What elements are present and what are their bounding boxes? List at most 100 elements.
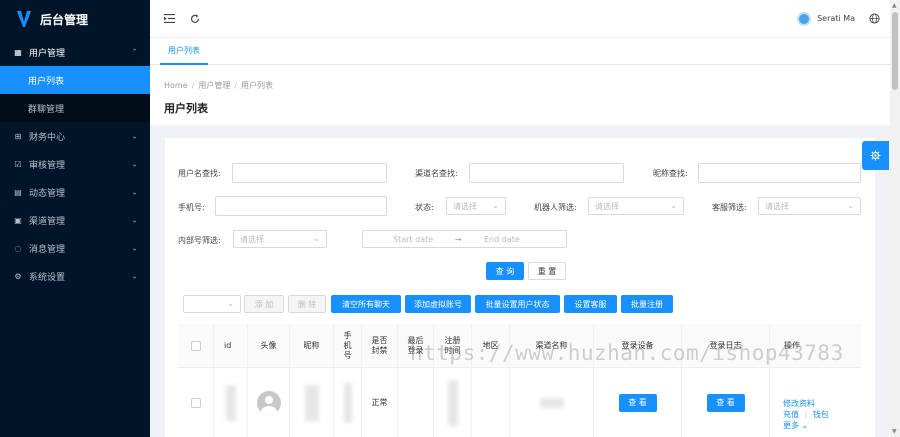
avatar[interactable] <box>797 11 812 26</box>
set-service-button[interactable]: 设置客服 <box>564 295 617 313</box>
robot-select[interactable]: 请选择 ⌄ <box>588 197 684 215</box>
arrow-right-icon: → <box>455 235 462 244</box>
scroll-down-icon[interactable]: ▼ <box>892 428 897 435</box>
service-select[interactable]: 请选择 ⌄ <box>758 197 861 215</box>
sidebar-item-label: 用户管理 <box>29 48 66 59</box>
page-scrollbar[interactable]: ▲ ▼ <box>890 0 900 437</box>
reset-button[interactable]: 重 置 <box>528 262 566 280</box>
channel-input[interactable] <box>469 163 624 183</box>
select-all-checkbox[interactable] <box>190 341 201 351</box>
internal-select[interactable]: 请选择 ⌄ <box>233 230 327 248</box>
cell-id <box>214 368 248 437</box>
finance-icon: ⊞ <box>14 131 22 141</box>
add-button[interactable]: 添 加 <box>244 295 284 313</box>
chevron-down-icon: ⌄ <box>847 201 854 210</box>
user-menu[interactable]: Serati Ma <box>797 11 890 26</box>
column-header-id: id <box>214 324 248 368</box>
submenu-user-management: 用户列表 群聊管理 <box>0 66 150 122</box>
sidebar-item-label: 动态管理 <box>29 188 66 199</box>
search-button[interactable]: 查 询 <box>486 262 524 280</box>
phone-input[interactable] <box>215 196 387 216</box>
cell-login-log: 查 看 <box>682 368 770 437</box>
sidebar-item-user-management[interactable]: ▦ 用户管理 ⌃ <box>0 38 150 66</box>
sidebar-item-audit[interactable]: ☑ 审核管理 ⌄ <box>0 150 150 178</box>
column-header-login-device: 登录设备 <box>594 324 682 368</box>
gear-icon: ⚙ <box>14 271 22 281</box>
row-checkbox[interactable] <box>190 397 201 408</box>
tab-user-list[interactable]: 用户列表 <box>160 38 208 65</box>
status-select[interactable]: 请选择 ⌄ <box>446 197 506 215</box>
tabs-bar: 用户列表 <box>150 38 890 65</box>
sidebar-item-label: 系统设置 <box>29 272 66 283</box>
sidebar-item-finance[interactable]: ⊞ 财务中心 ⌄ <box>0 122 150 150</box>
top-header: Serati Ma <box>150 0 890 38</box>
column-header-phone: 手机号 <box>334 324 362 368</box>
wallet-link[interactable]: 钱包 <box>813 410 829 419</box>
date-range-picker[interactable]: Start date → End date <box>362 230 567 248</box>
column-header-register-time: 注册时间 <box>434 324 472 368</box>
sidebar-item-group-chat[interactable]: 群聊管理 <box>0 94 150 122</box>
chevron-down-icon: ⌄ <box>313 234 320 243</box>
cell-status: 正常 <box>362 368 398 437</box>
view-device-button[interactable]: 查 看 <box>618 393 657 412</box>
link-divider: | <box>804 410 808 419</box>
cell-region <box>472 368 510 437</box>
page-size-select[interactable]: ⌄ <box>183 295 241 313</box>
username-input[interactable] <box>232 163 387 183</box>
sidebar-item-label: 审核管理 <box>29 160 66 171</box>
scroll-thumb[interactable] <box>892 12 898 90</box>
sidebar-item-label: 消息管理 <box>29 244 66 255</box>
nickname-input[interactable] <box>698 163 861 183</box>
edit-profile-link[interactable]: 修改资料 <box>783 398 829 409</box>
recharge-link[interactable]: 充值 <box>783 410 799 419</box>
reload-icon[interactable] <box>188 12 202 26</box>
app-title: 后台管理 <box>40 12 89 27</box>
robot-label: 机器人筛选: <box>534 203 577 212</box>
user-name[interactable]: Serati Ma <box>817 14 855 23</box>
internal-label: 内部号筛选: <box>178 236 221 245</box>
sidebar-item-message[interactable]: ◌ 消息管理 ⌄ <box>0 234 150 262</box>
scroll-up-icon[interactable]: ▲ <box>892 2 897 9</box>
cell-register-time <box>434 368 472 437</box>
chevron-down-icon: ⌄ <box>131 243 138 253</box>
chevron-down-icon: ⌄ <box>492 201 499 210</box>
service-select-placeholder: 请选择 <box>765 201 789 211</box>
chevron-down-icon: ⌄ <box>131 187 138 197</box>
column-header-login-log: 登录日志 <box>682 324 770 368</box>
column-header-avatar: 头像 <box>248 324 290 368</box>
delete-button[interactable]: 删 除 <box>288 295 326 313</box>
chevron-down-icon: ⌄ <box>670 201 677 210</box>
settings-drawer-button[interactable] <box>862 141 889 170</box>
check-icon: ☑ <box>14 159 22 169</box>
menu-fold-icon[interactable] <box>162 12 176 26</box>
batch-register-button[interactable]: 批量注册 <box>621 295 673 313</box>
nickname-label: 昵称查找: <box>653 169 688 178</box>
redacted-id <box>225 384 236 421</box>
more-dropdown[interactable]: 更多 ⌄ <box>783 420 829 431</box>
user-table: id 头像 昵称 手机号 是否封禁 最后登录 注册时间 地区 渠道名称 登录设备… <box>178 324 861 437</box>
robot-select-placeholder: 请选择 <box>595 201 619 211</box>
globe-icon[interactable] <box>869 13 880 24</box>
breadcrumb-separator: / <box>191 81 195 90</box>
cell-avatar <box>248 368 290 437</box>
sidebar-item-settings[interactable]: ⚙ 系统设置 ⌄ <box>0 262 150 290</box>
breadcrumb-home[interactable]: Home <box>164 81 188 90</box>
redacted-register-time <box>447 379 458 426</box>
sidebar-item-user-list[interactable]: 用户列表 <box>0 66 150 94</box>
sidebar-item-label: 渠道管理 <box>29 216 66 227</box>
batch-status-button[interactable]: 批量设置用户状态 <box>475 295 560 313</box>
sidebar-item-channel[interactable]: ▣ 渠道管理 ⌄ <box>0 206 150 234</box>
view-log-button[interactable]: 查 看 <box>706 393 745 412</box>
page-header: Home / 用户管理 / 用户列表 用户列表 <box>150 65 890 125</box>
logo-icon <box>17 11 31 27</box>
breadcrumb-user-management[interactable]: 用户管理 <box>198 81 230 90</box>
clear-chats-button[interactable]: 清空所有聊天 <box>331 295 401 313</box>
chevron-down-icon: ⌄ <box>227 299 234 308</box>
sidebar-item-feed[interactable]: ▤ 动态管理 ⌄ <box>0 178 150 206</box>
channel-icon: ▣ <box>14 215 22 225</box>
select-all-checkbox-cell <box>178 324 214 368</box>
logo[interactable]: 后台管理 <box>0 0 150 38</box>
add-virtual-account-button[interactable]: 添加虚拟账号 <box>405 295 471 313</box>
phone-label: 手机号: <box>178 203 205 212</box>
more-link[interactable]: 更多 <box>783 421 799 430</box>
